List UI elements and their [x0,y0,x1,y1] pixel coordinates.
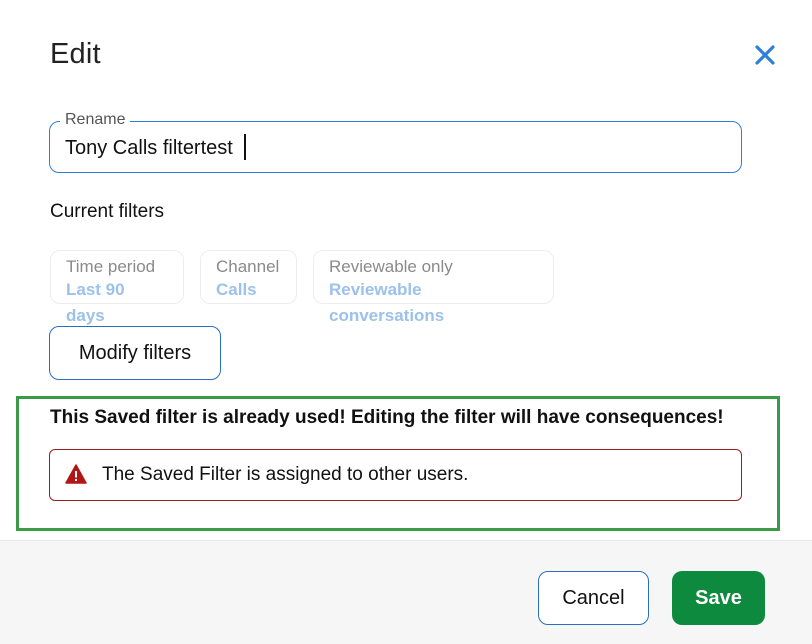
alert-text: The Saved Filter is assigned to other us… [102,464,469,485]
warning-heading: This Saved filter is already used! Editi… [50,407,724,428]
dialog-title: Edit [50,38,101,70]
text-caret [244,134,246,160]
filter-chip-value: Reviewable conversations [329,280,445,325]
cancel-button[interactable]: Cancel [538,571,649,625]
filter-chip-label: Channel [216,257,280,276]
save-button[interactable]: Save [672,571,765,625]
filter-chip-label: Reviewable only [329,257,453,276]
filter-chip-channel: Channel Calls [200,250,297,304]
close-icon [755,45,775,65]
rename-field[interactable]: Rename [49,111,742,173]
filter-chip-value: Last 90 days [66,280,125,325]
current-filters-title: Current filters [50,201,165,222]
edit-dialog: Edit Rename Current filters Time period … [0,0,812,644]
filter-chip-time-period: Time period Last 90 days [50,250,184,325]
close-button[interactable] [750,40,780,70]
warning-alert: The Saved Filter is assigned to other us… [49,449,742,501]
filter-chip-reviewable: Reviewable only Reviewable conversations [313,250,554,325]
rename-input[interactable] [65,134,725,162]
rename-label: Rename [60,111,131,129]
modify-filters-button[interactable]: Modify filters [49,326,221,380]
filter-chip-label: Time period [66,257,156,276]
warning-triangle-icon [65,464,87,484]
filter-chip-value: Calls [216,280,257,299]
